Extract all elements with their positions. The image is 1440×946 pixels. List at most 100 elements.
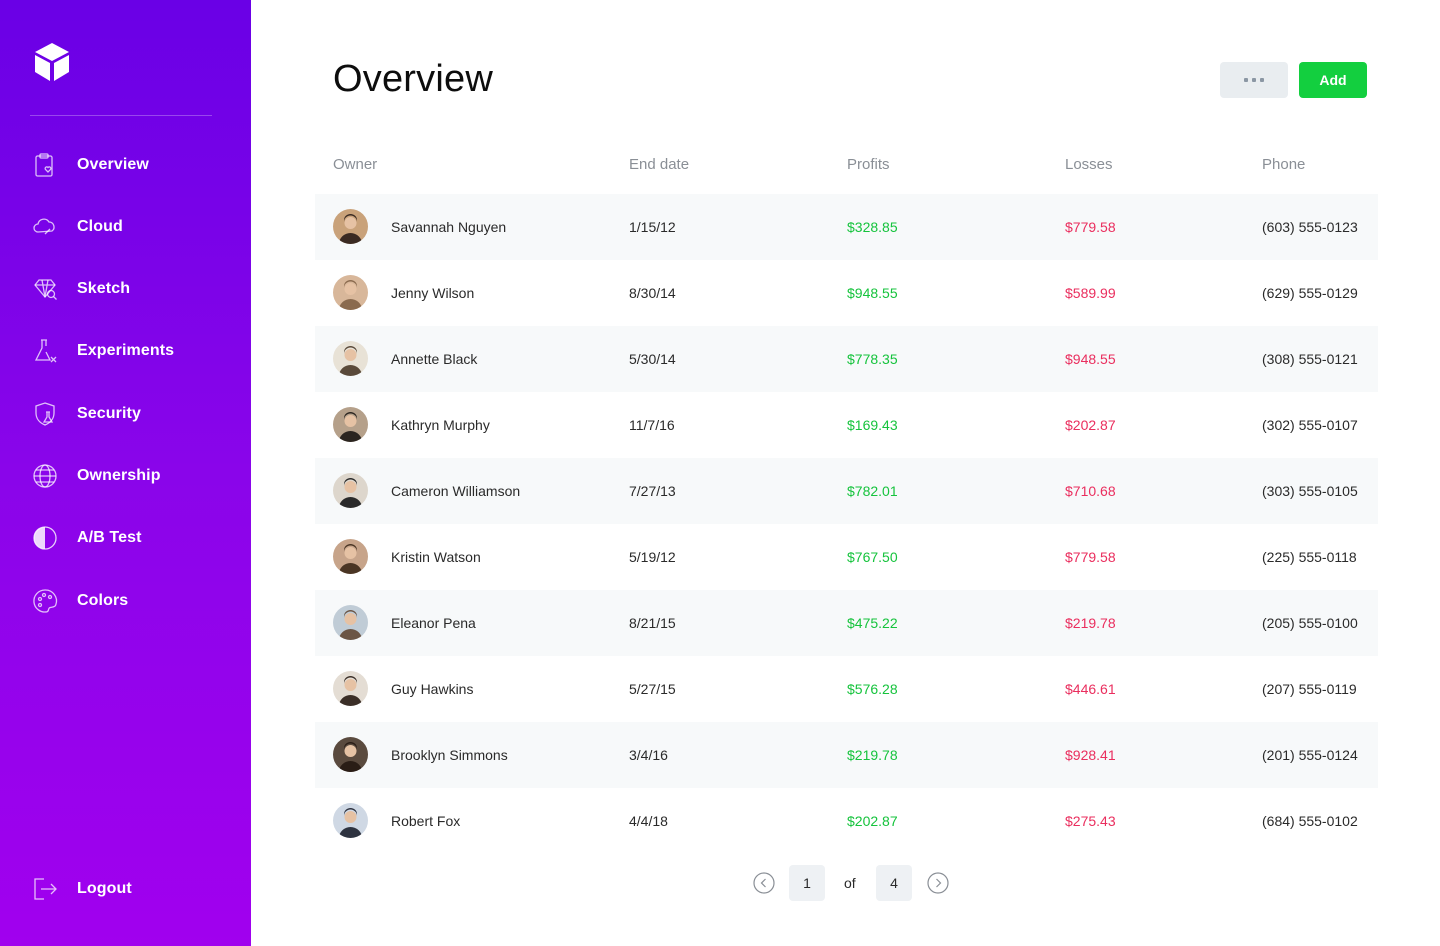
- sidebar-item-security[interactable]: Security: [30, 397, 230, 431]
- logout-label: Logout: [77, 880, 132, 897]
- sidebar-item-overview[interactable]: Overview: [30, 148, 230, 182]
- table-row[interactable]: Brooklyn Simmons 3/4/16 $219.78 $928.41 (201…: [315, 722, 1378, 788]
- owner-name: Robert Fox: [391, 813, 461, 829]
- diamond-search-icon: [30, 274, 60, 304]
- flask-icon: [30, 336, 60, 366]
- next-page-button[interactable]: [926, 871, 950, 895]
- phone-number: (207) 555-0119: [1262, 681, 1357, 697]
- sidebar-item-label: Security: [77, 405, 141, 422]
- table-row[interactable]: Annette Black 5/30/14 $778.35 $948.55 (308) …: [315, 326, 1378, 392]
- loss-value: $219.78: [1065, 615, 1116, 631]
- phone-number: (201) 555-0124: [1262, 747, 1358, 763]
- loss-value: $779.58: [1065, 219, 1116, 235]
- sidebar-item-colors[interactable]: Colors: [30, 584, 230, 618]
- avatar: [333, 605, 368, 640]
- end-date: 8/21/15: [629, 615, 676, 631]
- globe-icon: [30, 461, 60, 491]
- loss-value: $779.58: [1065, 549, 1116, 565]
- palette-icon: [30, 586, 60, 616]
- owner-name: Kristin Watson: [391, 549, 481, 565]
- sidebar-item-label: Sketch: [77, 280, 131, 297]
- owner-name: Savannah Nguyen: [391, 219, 507, 235]
- profit-value: $782.01: [847, 483, 898, 499]
- end-date: 5/30/14: [629, 351, 676, 367]
- prev-page-button[interactable]: [752, 871, 776, 895]
- profit-value: $219.78: [847, 747, 898, 763]
- shield-icon: [30, 399, 60, 429]
- end-date: 11/7/16: [629, 417, 675, 433]
- more-options-button[interactable]: [1220, 62, 1288, 98]
- profit-value: $767.50: [847, 549, 898, 565]
- profit-value: $169.43: [847, 417, 898, 433]
- end-date: 1/15/12: [629, 219, 676, 235]
- loss-value: $275.43: [1065, 813, 1116, 829]
- table-row[interactable]: Savannah Nguyen 1/15/12 $328.85 $779.58 (603…: [315, 194, 1378, 260]
- phone-number: (308) 555-0121: [1262, 351, 1358, 367]
- table-row[interactable]: Kristin Watson 5/19/12 $767.50 $779.58 (225)…: [315, 524, 1378, 590]
- table-row[interactable]: Kathryn Murphy 11/7/16 $169.43 $202.87 (302)…: [315, 392, 1378, 458]
- avatar: [333, 473, 368, 508]
- column-header-profits[interactable]: Profits: [847, 156, 890, 173]
- end-date: 5/19/12: [629, 549, 676, 565]
- sidebar-item-label: Experiments: [77, 342, 175, 359]
- owner-name: Kathryn Murphy: [391, 417, 490, 433]
- table-row[interactable]: Cameron Williamson 7/27/13 $782.01 $710.68 (…: [315, 458, 1378, 524]
- end-date: 3/4/16: [629, 747, 668, 763]
- avatar: [333, 671, 368, 706]
- sidebar-divider: [30, 115, 212, 116]
- sidebar-item-label: Ownership: [77, 467, 161, 484]
- sidebar-item-ownership[interactable]: Ownership: [30, 459, 230, 493]
- loss-value: $710.68: [1065, 483, 1116, 499]
- profit-value: $328.85: [847, 219, 898, 235]
- phone-number: (303) 555-0105: [1262, 483, 1358, 499]
- sidebar-item-label: Overview: [77, 156, 149, 173]
- loss-value: $446.61: [1065, 681, 1116, 697]
- sidebar-item-ab-test[interactable]: A/B Test: [30, 521, 230, 555]
- table-row[interactable]: Jenny Wilson 8/30/14 $948.55 $589.99 (629) 5…: [315, 260, 1378, 326]
- profit-value: $475.22: [847, 615, 898, 631]
- phone-number: (225) 555-0118: [1262, 549, 1357, 565]
- sidebar-item-sketch[interactable]: Sketch: [30, 272, 230, 306]
- phone-number: (302) 555-0107: [1262, 417, 1358, 433]
- phone-number: (629) 555-0129: [1262, 285, 1358, 301]
- table-row[interactable]: Eleanor Pena 8/21/15 $475.22 $219.78 (205) 5…: [315, 590, 1378, 656]
- column-header-owner[interactable]: Owner: [333, 156, 377, 173]
- logout-button[interactable]: Logout: [30, 872, 230, 906]
- total-pages[interactable]: 4: [876, 865, 912, 901]
- add-button[interactable]: Add: [1299, 62, 1367, 98]
- page-title: Overview: [333, 58, 493, 100]
- avatar: [333, 803, 368, 838]
- phone-number: (205) 555-0100: [1262, 615, 1358, 631]
- current-page-input[interactable]: 1: [789, 865, 825, 901]
- column-header-losses[interactable]: Losses: [1065, 156, 1113, 173]
- sidebar-item-label: A/B Test: [77, 529, 142, 546]
- loss-value: $948.55: [1065, 351, 1116, 367]
- clipboard-heart-icon: [30, 150, 60, 180]
- profit-value: $948.55: [847, 285, 898, 301]
- profit-value: $778.35: [847, 351, 898, 367]
- phone-number: (684) 555-0102: [1262, 813, 1358, 829]
- sidebar-item-experiments[interactable]: Experiments: [30, 334, 230, 368]
- page-of-label: of: [844, 875, 856, 891]
- owner-name: Annette Black: [391, 351, 478, 367]
- sidebar-item-cloud[interactable]: Cloud: [30, 210, 230, 244]
- profit-value: $202.87: [847, 813, 898, 829]
- end-date: 5/27/15: [629, 681, 676, 697]
- sidebar-item-label: Cloud: [77, 218, 123, 235]
- ellipsis-icon: [1244, 78, 1248, 82]
- avatar: [333, 209, 368, 244]
- cloud-icon: [30, 212, 60, 242]
- loss-value: $589.99: [1065, 285, 1116, 301]
- table-row[interactable]: Robert Fox 4/4/18 $202.87 $275.43 (684) 555-…: [315, 788, 1378, 854]
- owner-name: Guy Hawkins: [391, 681, 474, 697]
- avatar: [333, 407, 368, 442]
- logout-icon: [30, 874, 60, 904]
- avatar: [333, 539, 368, 574]
- cube-logo-icon[interactable]: [32, 41, 72, 83]
- table-row[interactable]: Guy Hawkins 5/27/15 $576.28 $446.61 (207) 55…: [315, 656, 1378, 722]
- column-header-phone[interactable]: Phone: [1262, 156, 1305, 173]
- loss-value: $928.41: [1065, 747, 1116, 763]
- half-circle-icon: [30, 523, 60, 553]
- owner-name: Cameron Williamson: [391, 483, 521, 499]
- column-header-end-date[interactable]: End date: [629, 156, 689, 173]
